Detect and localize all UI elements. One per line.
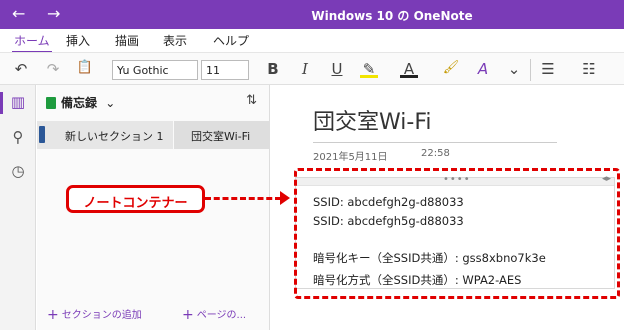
tab-help[interactable]: ヘルプ <box>213 32 249 49</box>
underline-button[interactable]: U <box>329 60 345 78</box>
format-painter-icon[interactable]: 🖌 <box>442 60 460 78</box>
plus-icon: + <box>47 307 59 323</box>
section-item[interactable]: 新しいセクション 1 <box>37 121 173 149</box>
notebook-name: 備忘録 <box>61 96 98 110</box>
search-icon[interactable]: ⚲ <box>0 128 36 146</box>
tab-insert[interactable]: 挿入 <box>66 32 90 49</box>
title-underline <box>313 142 557 143</box>
undo-icon[interactable]: ↶ <box>12 60 30 78</box>
ribbon-separator <box>530 59 531 81</box>
italic-button[interactable]: I <box>297 60 313 78</box>
page-date: 2021年5月11日 <box>313 152 388 163</box>
notebooks-icon[interactable]: ▥ <box>0 93 36 111</box>
recent-icon[interactable]: ◷ <box>0 162 36 180</box>
add-section-label: セクションの追加 <box>61 310 142 321</box>
add-page-button[interactable]: + ページの... <box>182 306 246 323</box>
font-color-icon[interactable]: A <box>400 60 418 78</box>
tab-draw[interactable]: 描画 <box>115 32 139 49</box>
tab-home[interactable]: ホーム <box>12 32 52 54</box>
ribbon-tabs: ホーム 挿入 描画 表示 ヘルプ <box>0 29 624 54</box>
bold-button[interactable]: B <box>265 60 281 78</box>
font-name-field[interactable]: Yu Gothic <box>112 60 198 80</box>
add-page-label: ページの... <box>196 310 247 321</box>
annotation-callout: ノートコンテナー <box>66 185 205 213</box>
plus-icon: + <box>182 307 194 323</box>
notebook-icon <box>46 97 56 109</box>
tab-view[interactable]: 表示 <box>163 32 187 49</box>
bullets-icon[interactable]: ☰ <box>539 60 557 78</box>
chevron-down-icon: ⌄ <box>105 96 116 110</box>
note-container-highlight <box>294 168 620 299</box>
page-time: 22:58 <box>421 148 450 159</box>
window-title: Windows 10 の OneNote <box>311 9 473 23</box>
add-section-button[interactable]: + セクションの追加 <box>47 306 142 323</box>
section-color-tab <box>39 126 45 143</box>
left-rail: ▥ ⚲ ◷ <box>0 85 36 330</box>
more-chevron-icon[interactable]: ⌄ <box>506 60 522 78</box>
page-title[interactable]: 団交室Wi-Fi <box>313 104 432 136</box>
clipboard-icon[interactable]: 📋 <box>76 60 94 78</box>
clear-formatting-icon[interactable]: A <box>474 60 492 78</box>
title-bar: ← → Windows 10 の OneNote <box>0 0 624 29</box>
redo-icon[interactable]: ↷ <box>44 60 62 78</box>
section-label: 新しいセクション 1 <box>65 130 164 143</box>
page-label: 団交室Wi-Fi <box>191 130 251 143</box>
ribbon-toolbar: ↶ ↷ 📋 Yu Gothic 11 B I U ✎ A 🖌 A ⌄ ☰ ☷ <box>0 52 624 85</box>
annotation-arrowhead-icon <box>280 191 290 205</box>
numbering-icon[interactable]: ☷ <box>580 60 598 78</box>
notebook-selector[interactable]: 備忘録 ⌄ <box>46 94 115 111</box>
annotation-arrow-line <box>205 197 281 200</box>
font-size-field[interactable]: 11 <box>201 60 249 80</box>
page-item[interactable]: 団交室Wi-Fi <box>174 121 270 149</box>
highlight-icon[interactable]: ✎ <box>360 60 378 78</box>
sort-icon[interactable]: ⇅ <box>246 93 257 108</box>
